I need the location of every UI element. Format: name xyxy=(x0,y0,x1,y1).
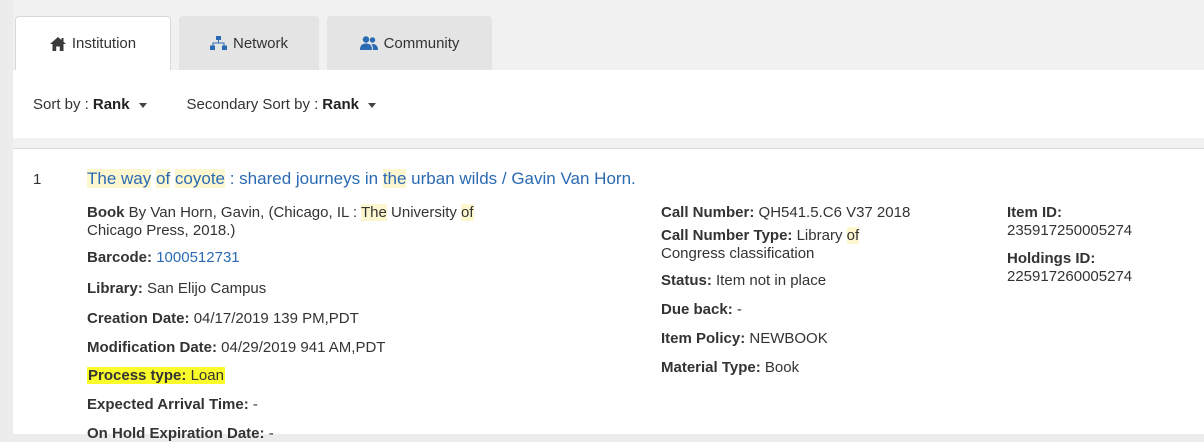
tab-label: Network xyxy=(232,34,288,52)
due-back-value: - xyxy=(736,301,742,318)
holdings-id-label: Holdings ID: xyxy=(1007,250,1096,267)
book-label: Book xyxy=(87,204,125,221)
expected-arrival-label: Expected Arrival Time: xyxy=(87,396,249,413)
barcode-link[interactable]: 1000512731 xyxy=(156,249,239,266)
modification-date-label: Modification Date: xyxy=(87,339,217,356)
book-text: The xyxy=(361,204,387,221)
call-number-type-label: Call Number Type: xyxy=(661,227,793,244)
modification-date-value: 04/29/2019 941 AM,PDT xyxy=(221,339,386,356)
barcode-line: Barcode: 1000512731 xyxy=(87,249,240,266)
title-part: coyote xyxy=(174,169,225,188)
title-part: The way xyxy=(87,169,152,188)
chevron-down-icon xyxy=(138,102,147,108)
title-part: : shared journeys in xyxy=(225,169,383,188)
book-text: By Van Horn, Gavin, (Chicago, IL : xyxy=(124,204,361,221)
process-type-label: Process type: xyxy=(88,367,187,384)
home-icon xyxy=(49,36,66,51)
library-line: Library: San Elijo Campus xyxy=(87,280,266,297)
call-number-type-line-2: Congress classification xyxy=(661,245,815,262)
users-icon xyxy=(359,36,378,50)
call-number-type-value: Library xyxy=(796,227,843,244)
item-policy-value: NEWBOOK xyxy=(749,330,828,347)
title-part: urban wilds / Gavin Van Horn. xyxy=(406,169,636,188)
library-value: San Elijo Campus xyxy=(147,280,267,297)
process-type-line: Process type: Loan xyxy=(87,367,225,384)
call-number-value: QH541.5.C6 V37 2018 xyxy=(758,204,911,221)
process-type-value: Loan xyxy=(190,367,224,384)
call-number-type-line: Call Number Type: Library of xyxy=(661,227,860,244)
results-list: 1 The way of coyote : shared journeys in… xyxy=(13,148,1204,442)
chevron-down-icon xyxy=(367,102,376,108)
secondary-sort-value: Rank xyxy=(322,95,359,113)
tab-institution[interactable]: Institution xyxy=(15,16,171,70)
on-hold-expiration-value: - xyxy=(268,425,274,442)
material-type-label: Material Type: xyxy=(661,359,761,376)
library-label: Library: xyxy=(87,280,143,297)
title-part: of xyxy=(155,169,171,188)
expected-arrival-value: - xyxy=(252,396,258,413)
secondary-sort-label: Secondary Sort by : xyxy=(186,95,319,113)
on-hold-expiration-label: On Hold Expiration Date: xyxy=(87,425,265,442)
status-line: Status: Item not in place xyxy=(661,272,826,289)
material-type-line: Material Type: Book xyxy=(661,359,799,376)
call-number-type-value: of xyxy=(846,227,860,244)
creation-date-value: 04/17/2019 139 PM,PDT xyxy=(193,310,359,327)
book-text: University xyxy=(386,204,462,221)
tab-network[interactable]: Network xyxy=(179,16,319,70)
tab-community[interactable]: Community xyxy=(327,16,492,70)
result-index: 1 xyxy=(33,171,42,188)
status-value: Item not in place xyxy=(716,272,827,289)
sort-toolbar: Sort by : Rank Secondary Sort by : Rank xyxy=(13,70,1204,138)
result-title-link[interactable]: The way of coyote : shared journeys in t… xyxy=(87,169,636,189)
due-back-label: Due back: xyxy=(661,301,733,318)
book-line: Book By Van Horn, Gavin, (Chicago, IL : … xyxy=(87,204,474,221)
creation-date-label: Creation Date: xyxy=(87,310,190,327)
creation-date-line: Creation Date: 04/17/2019 139 PM,PDT xyxy=(87,310,359,327)
item-policy-line: Item Policy: NEWBOOK xyxy=(661,330,828,347)
tab-label: Institution xyxy=(71,35,137,52)
book-text: of xyxy=(461,204,474,221)
expected-arrival-line: Expected Arrival Time: - xyxy=(87,396,258,413)
item-id-value: 235917250005274 xyxy=(1007,222,1133,239)
barcode-label: Barcode: xyxy=(87,249,153,266)
material-type-value: Book xyxy=(764,359,800,376)
item-policy-label: Item Policy: xyxy=(661,330,746,347)
sort-by-dropdown[interactable]: Sort by : Rank xyxy=(33,96,147,113)
sort-by-label: Sort by : xyxy=(33,95,89,113)
tab-label: Community xyxy=(383,34,460,52)
status-label: Status: xyxy=(661,272,712,289)
call-number-label: Call Number: xyxy=(661,204,755,221)
secondary-sort-dropdown[interactable]: Secondary Sort by : Rank xyxy=(187,96,376,113)
sitemap-icon xyxy=(209,36,227,50)
call-number-line: Call Number: QH541.5.C6 V37 2018 xyxy=(661,204,910,221)
modification-date-line: Modification Date: 04/29/2019 941 AM,PDT xyxy=(87,339,385,356)
search-results-panel: Institution Network Community Sort by: … xyxy=(13,0,1204,442)
sort-by-value: Rank xyxy=(92,95,130,113)
book-line-2: Chicago Press, 2018.) xyxy=(87,222,236,239)
on-hold-expiration-line: On Hold Expiration Date: - xyxy=(87,425,274,442)
title-part: the xyxy=(382,169,407,188)
item-id-label: Item ID: xyxy=(1007,204,1063,221)
holdings-id-value: 225917260005274 xyxy=(1007,268,1133,285)
due-back-line: Due back: - xyxy=(661,301,742,318)
